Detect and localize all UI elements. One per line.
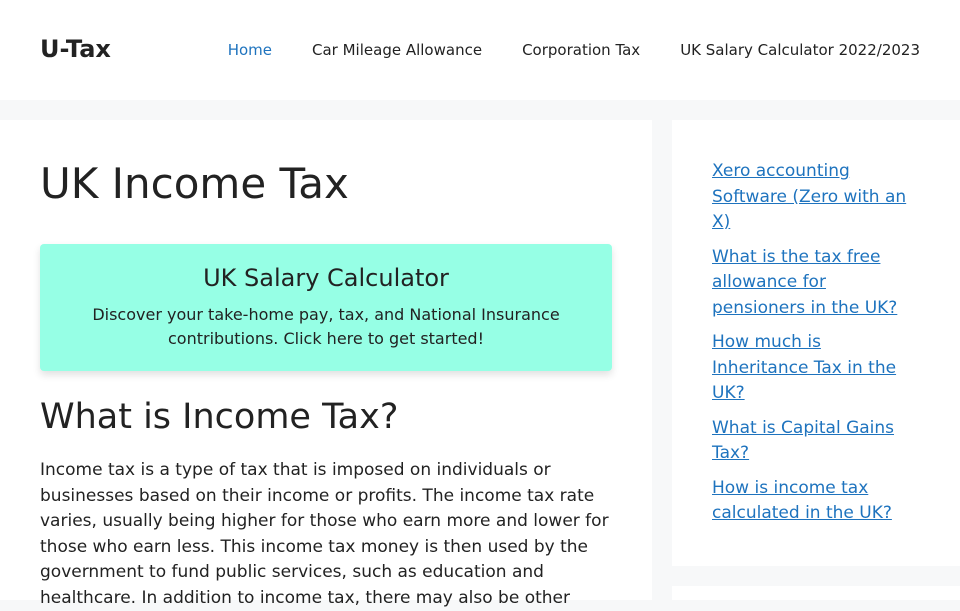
sidebar-link-xero[interactable]: Xero accounting Software (Zero with an X… [712, 161, 906, 232]
section-heading: What is Income Tax? [40, 397, 399, 437]
intro-paragraph: Income tax is a type of tax that is impo… [40, 460, 609, 608]
nav-item-uk-salary-calculator[interactable]: UK Salary Calculator 2022/2023 [680, 38, 920, 62]
salary-calculator-cta[interactable]: UK Salary Calculator Discover your take-… [40, 244, 612, 371]
sidebar-link-inheritance-tax[interactable]: How much is Inheritance Tax in the UK? [712, 332, 896, 403]
cta-description: Discover your take-home pay, tax, and Na… [92, 305, 560, 348]
list-item: How much is Inheritance Tax in the UK? [712, 330, 922, 407]
sidebar-recent-posts: Xero accounting Software (Zero with an X… [712, 159, 922, 536]
site-logo[interactable]: U-Tax [40, 34, 111, 64]
page-title: UK Income Tax [40, 159, 349, 208]
sidebar-link-income-tax-calculation[interactable]: How is income tax calculated in the UK? [712, 478, 892, 524]
sidebar-link-capital-gains[interactable]: What is Capital Gains Tax? [712, 418, 894, 464]
list-item: How is income tax calculated in the UK? [712, 476, 922, 527]
nav-item-home[interactable]: Home [228, 38, 272, 62]
cta-title: UK Salary Calculator [203, 264, 449, 292]
sidebar-link-pensioners-allowance[interactable]: What is the tax free allowance for pensi… [712, 247, 897, 318]
nav-item-corporation-tax[interactable]: Corporation Tax [522, 38, 640, 62]
nav-item-car-mileage-allowance[interactable]: Car Mileage Allowance [312, 38, 482, 62]
main-navigation: Home Car Mileage Allowance Corporation T… [228, 38, 920, 62]
sidebar-widget [672, 586, 960, 600]
list-item: What is Capital Gains Tax? [712, 416, 922, 467]
site-header: U-Tax Home Car Mileage Allowance Corpora… [0, 0, 960, 100]
list-item: What is the tax free allowance for pensi… [712, 245, 922, 322]
list-item: Xero accounting Software (Zero with an X… [712, 159, 922, 236]
